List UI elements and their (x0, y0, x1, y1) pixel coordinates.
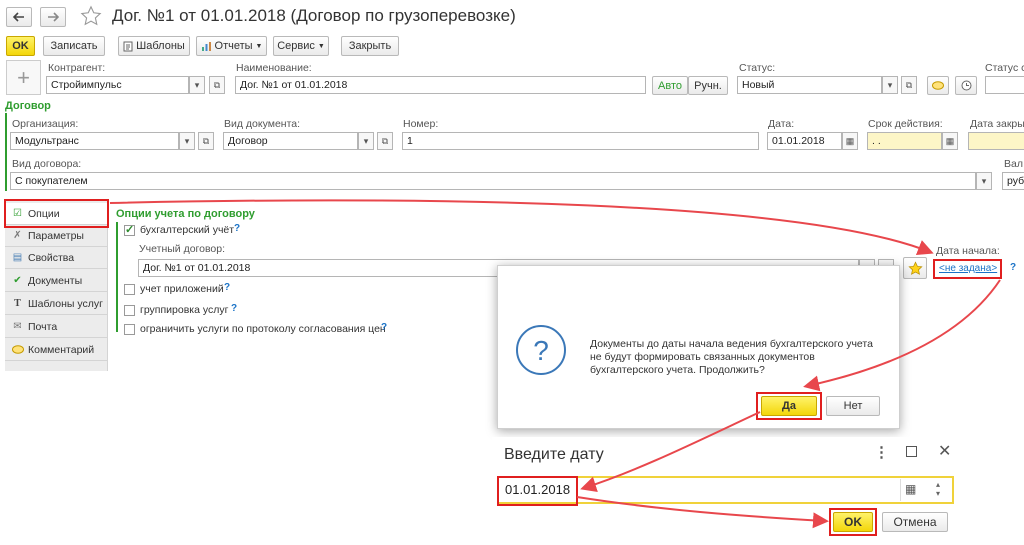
arrow-options-to-start-date (109, 199, 934, 255)
arrow-start-date-to-yes (803, 279, 1001, 392)
arrow-date-input-to-ok (576, 496, 829, 529)
arrow-yes-to-date-input (580, 411, 761, 492)
annotation-arrows (109, 199, 1001, 529)
